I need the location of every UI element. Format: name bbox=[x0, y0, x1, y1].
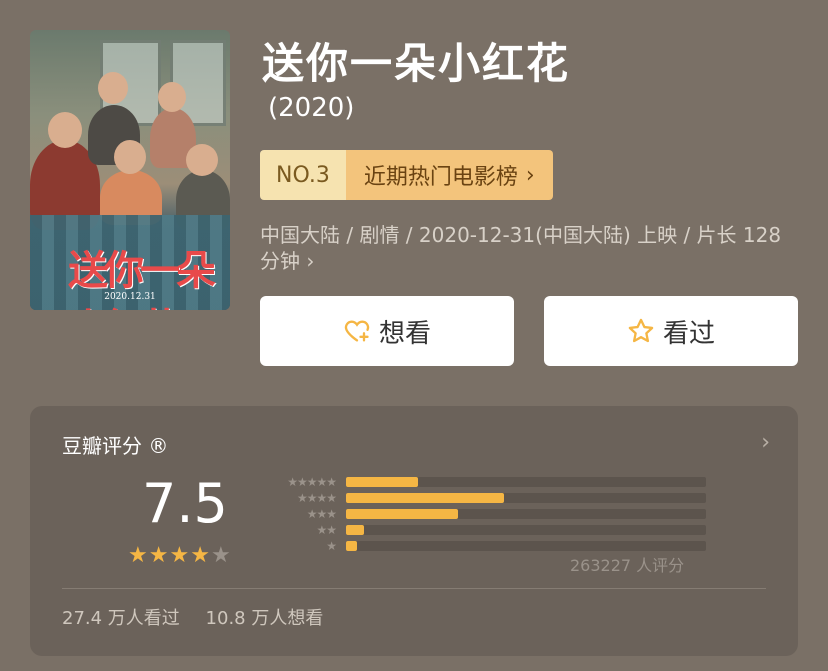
rating-stars: ★★★★★ bbox=[128, 543, 232, 568]
movie-title: 送你一朵小红花 bbox=[262, 39, 571, 88]
star-icon: ★ bbox=[169, 543, 191, 568]
rank-number: NO.3 bbox=[260, 150, 346, 200]
chevron-right-icon: › bbox=[525, 162, 535, 188]
poster-date: 2020.12.31 bbox=[104, 292, 156, 302]
distribution-star-label: ★★★★★ bbox=[287, 475, 337, 489]
divider bbox=[62, 588, 766, 589]
distribution-bar bbox=[346, 509, 458, 519]
ranking-badge[interactable]: NO.3 近期热门电影榜 › bbox=[260, 150, 553, 200]
poster-figure-head bbox=[98, 72, 128, 104]
distribution-track bbox=[346, 477, 706, 487]
poster-figure-head bbox=[186, 144, 218, 176]
distribution-row: ★★ bbox=[256, 522, 706, 538]
star-outline-icon bbox=[628, 318, 654, 343]
heart-plus-icon bbox=[344, 320, 370, 342]
distribution-star-label: ★ bbox=[326, 539, 337, 553]
rating-card[interactable]: 豆瓣评分 ® › 7.5 ★★★★★ ★★★★★ ★★★★ ★★★ ★★ ★ 26322… bbox=[30, 406, 798, 656]
rating-card-title: 豆瓣评分 ® bbox=[62, 434, 169, 458]
distribution-row: ★★★★ bbox=[256, 490, 706, 506]
distribution-bar bbox=[346, 525, 364, 535]
distribution-track bbox=[346, 541, 706, 551]
distribution-row: ★★★ bbox=[256, 506, 706, 522]
movie-year: (2020) bbox=[268, 93, 355, 123]
rating-distribution: ★★★★★ ★★★★ ★★★ ★★ ★ bbox=[256, 474, 706, 554]
distribution-star-label: ★★★ bbox=[306, 507, 337, 521]
distribution-bar bbox=[346, 477, 418, 487]
want-to-watch-button[interactable]: 想看 bbox=[260, 296, 514, 366]
chevron-right-icon[interactable]: › bbox=[761, 430, 770, 455]
distribution-row: ★★★★★ bbox=[256, 474, 706, 490]
distribution-track bbox=[346, 493, 706, 503]
distribution-track bbox=[346, 525, 706, 535]
star-icon: ★ bbox=[148, 543, 170, 568]
want-count: 10.8 万人想看 bbox=[205, 608, 324, 629]
star-icon: ★ bbox=[210, 543, 232, 568]
poster-figure-head bbox=[158, 82, 186, 112]
star-icon: ★ bbox=[190, 543, 211, 568]
distribution-track bbox=[346, 509, 706, 519]
rank-list-label: 近期热门电影榜 bbox=[363, 165, 518, 190]
star-icon: ★ bbox=[128, 543, 149, 568]
distribution-star-label: ★★★★ bbox=[296, 491, 337, 505]
rank-list-name: 近期热门电影榜 › bbox=[345, 150, 553, 200]
seen-label: 看过 bbox=[662, 318, 715, 349]
rating-score: 7.5 bbox=[142, 472, 228, 535]
movie-poster[interactable]: 送你一朵小红花 2020.12.31 bbox=[30, 30, 230, 310]
distribution-star-label: ★★ bbox=[316, 523, 337, 537]
poster-figure-head bbox=[114, 140, 146, 174]
watched-button[interactable]: 看过 bbox=[544, 296, 798, 366]
poster-figure-head bbox=[48, 112, 82, 148]
distribution-bar bbox=[346, 541, 357, 551]
movie-meta[interactable]: 中国大陆 / 剧情 / 2020-12-31(中国大陆) 上映 / 片长 128… bbox=[260, 222, 800, 274]
watch-stats: 27.4 万人看过 10.8 万人想看 bbox=[62, 604, 343, 630]
seen-count: 27.4 万人看过 bbox=[62, 608, 180, 629]
want-label: 想看 bbox=[378, 318, 431, 349]
distribution-bar bbox=[346, 493, 505, 503]
rating-count: 263227 人评分 bbox=[570, 556, 685, 575]
